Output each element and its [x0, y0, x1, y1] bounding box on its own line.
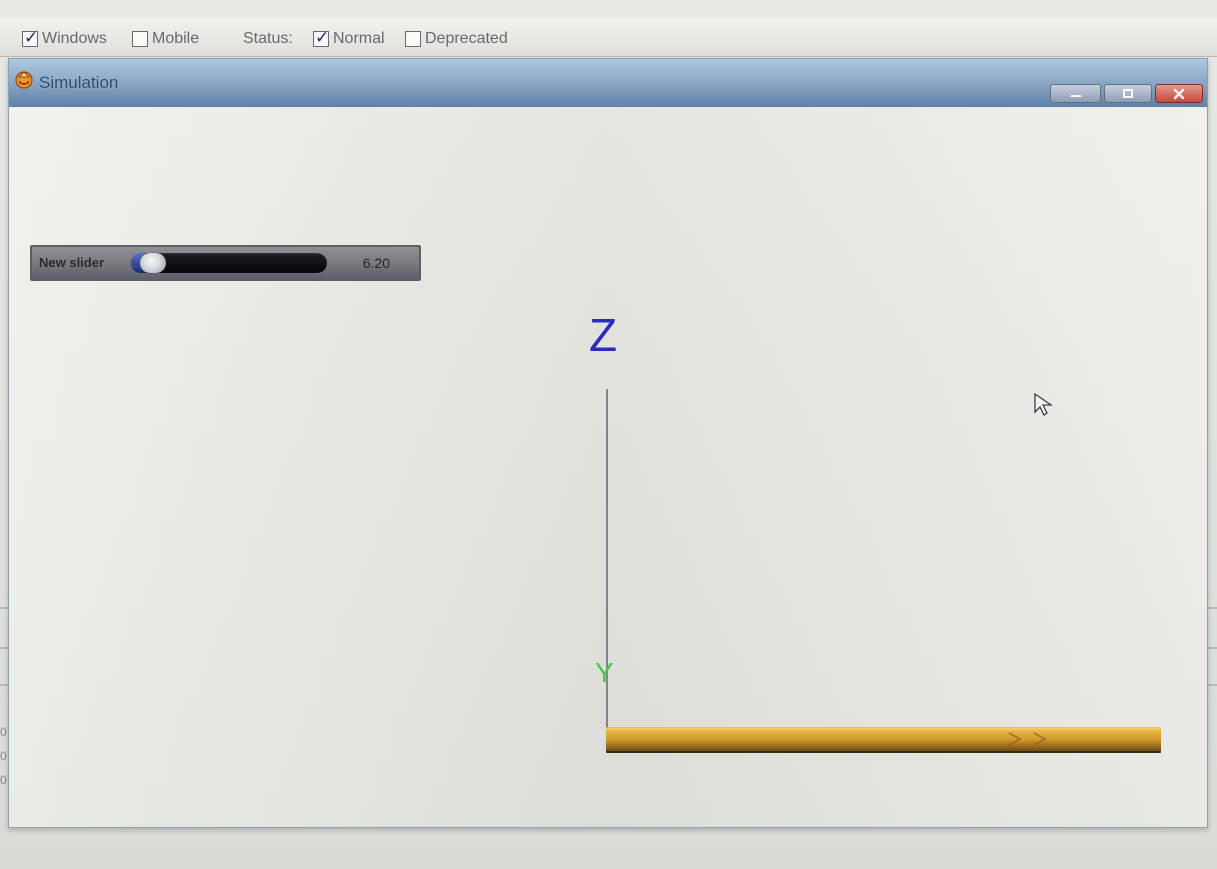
windows-filter[interactable]: Windows [22, 28, 107, 50]
normal-label: Normal [333, 30, 385, 47]
minimize-button[interactable] [1050, 84, 1101, 103]
windows-label: Windows [42, 30, 107, 47]
deprecated-label: Deprecated [425, 30, 508, 47]
minimize-icon [1070, 95, 1081, 97]
orange-beam[interactable] [606, 727, 1161, 753]
status-label: Status: [243, 30, 293, 47]
mouse-pointer-icon [1034, 393, 1053, 416]
close-button[interactable] [1155, 84, 1203, 103]
simulation-viewport[interactable]: New slider 6.20 Z Y [9, 107, 1207, 827]
status-label-group: Status: [243, 28, 293, 50]
close-icon [1173, 88, 1185, 100]
z-axis-label: Z [589, 309, 617, 361]
normal-filter[interactable]: Normal [313, 28, 385, 50]
deprecated-filter[interactable]: Deprecated [405, 28, 508, 50]
mobile-label: Mobile [152, 30, 200, 47]
mobile-checkbox[interactable] [132, 31, 148, 47]
y-axis-label: Y [595, 657, 614, 688]
mobile-filter[interactable]: Mobile [132, 28, 199, 50]
deprecated-checkbox[interactable] [405, 31, 421, 47]
simulation-window: Simulation New slider 6.20 Z Y [8, 58, 1208, 828]
window-titlebar[interactable]: Simulation [9, 59, 1207, 108]
simulation-scene: Z Y [589, 309, 1161, 753]
maximize-icon [1123, 89, 1133, 98]
normal-checkbox[interactable] [313, 28, 329, 48]
window-title: Simulation [39, 73, 119, 92]
simulation-app-icon [15, 71, 33, 89]
windows-checkbox[interactable] [22, 28, 38, 48]
maximize-button[interactable] [1104, 84, 1152, 103]
filter-toolbar: Windows Mobile Status: Normal Deprecated [0, 18, 1217, 57]
screen: Windows Mobile Status: Normal Deprecated… [0, 0, 1217, 869]
